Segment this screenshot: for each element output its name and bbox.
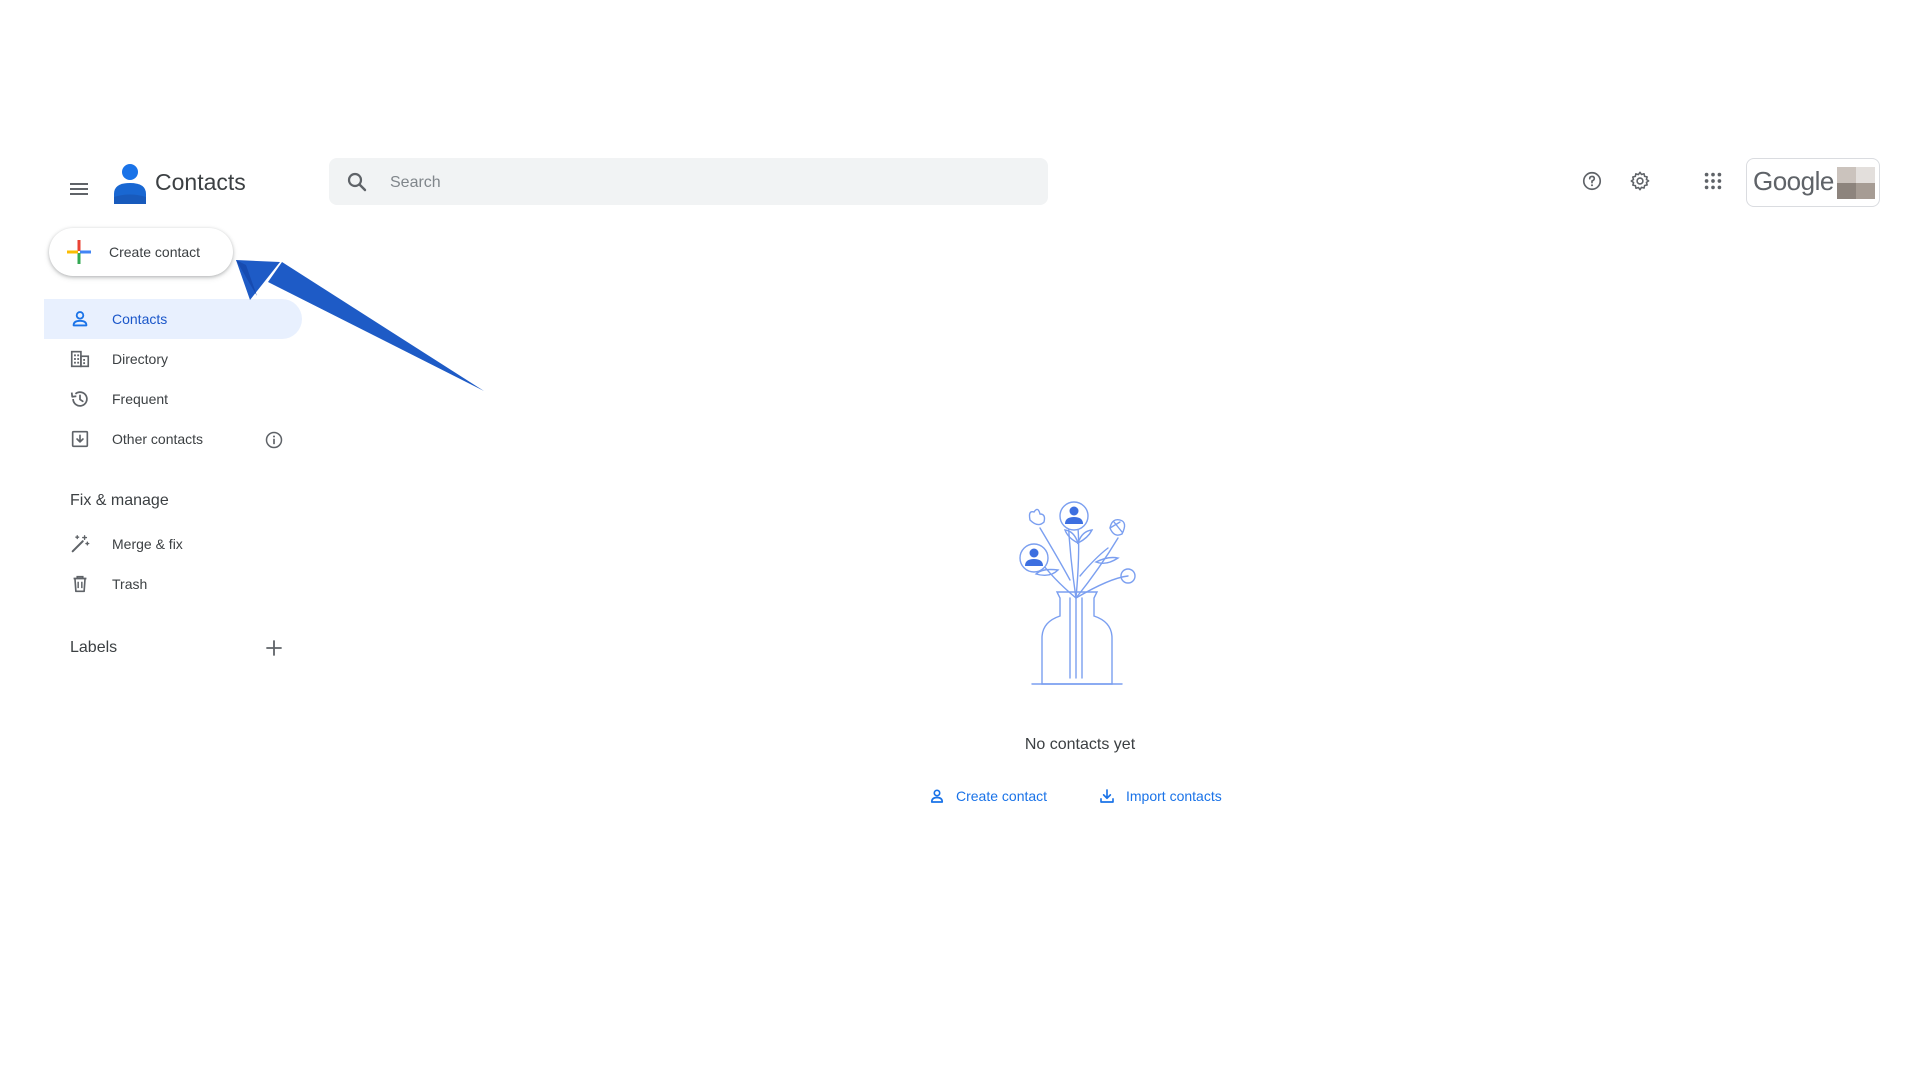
info-icon <box>265 431 283 449</box>
empty-contacts-illustration <box>1010 498 1160 688</box>
sidebar-item-trash[interactable]: Trash <box>44 564 302 604</box>
google-apps-button[interactable] <box>1693 161 1733 201</box>
magic-wand-icon <box>71 535 90 553</box>
sidebar-item-merge-fix[interactable]: Merge & fix <box>44 524 302 564</box>
empty-create-contact-label: Create contact <box>956 788 1048 804</box>
sidebar-item-label: Merge & fix <box>112 536 183 552</box>
help-icon <box>1582 171 1602 191</box>
settings-button[interactable] <box>1620 161 1660 201</box>
person-add-icon <box>930 789 944 803</box>
search-icon[interactable] <box>343 168 371 196</box>
archive-icon <box>71 430 89 448</box>
building-icon <box>70 350 90 368</box>
empty-create-contact-link[interactable]: Create contact <box>928 784 1047 808</box>
search-input[interactable] <box>388 158 1032 207</box>
sidebar-item-label: Directory <box>112 351 169 367</box>
labels-heading: Labels <box>70 639 118 656</box>
import-contacts-link[interactable]: Import contacts <box>1098 784 1222 808</box>
app-title: Contacts <box>155 169 246 195</box>
sidebar-item-frequent[interactable]: Frequent <box>44 379 302 419</box>
search-bar[interactable] <box>329 158 1048 207</box>
history-icon <box>70 391 88 407</box>
gear-icon <box>1630 171 1650 191</box>
trash-icon <box>73 575 87 593</box>
empty-state-message: No contacts yet <box>1024 736 1136 753</box>
sidebar-item-label: Frequent <box>112 391 169 407</box>
sidebar-item-contacts[interactable]: Contacts <box>44 299 302 339</box>
avatar[interactable] <box>1837 167 1875 199</box>
apps-grid-icon <box>1704 172 1722 190</box>
main-menu-button[interactable] <box>55 165 103 213</box>
sidebar-item-label: Trash <box>112 576 148 592</box>
help-button[interactable] <box>1572 161 1612 201</box>
contacts-logo-icon <box>110 160 150 204</box>
sidebar-item-directory[interactable]: Directory <box>44 339 302 379</box>
menu-icon <box>70 183 88 195</box>
import-contacts-label: Import contacts <box>1126 788 1222 804</box>
create-contact-label: Create contact <box>109 244 201 260</box>
add-label-button[interactable] <box>258 632 290 664</box>
sidebar-item-label: Other contacts <box>112 431 204 447</box>
sidebar-item-label: Contacts <box>112 311 168 327</box>
plus-icon <box>266 640 282 656</box>
google-brand-text: Google <box>1753 166 1834 196</box>
download-icon <box>1100 789 1114 803</box>
create-contact-button[interactable]: Create contact <box>49 228 233 276</box>
person-icon <box>72 311 88 327</box>
other-contacts-info-button[interactable] <box>262 428 286 452</box>
fix-manage-heading: Fix & manage <box>70 492 169 509</box>
account-switcher[interactable]: Google <box>1746 158 1880 207</box>
plus-icon <box>67 240 91 264</box>
